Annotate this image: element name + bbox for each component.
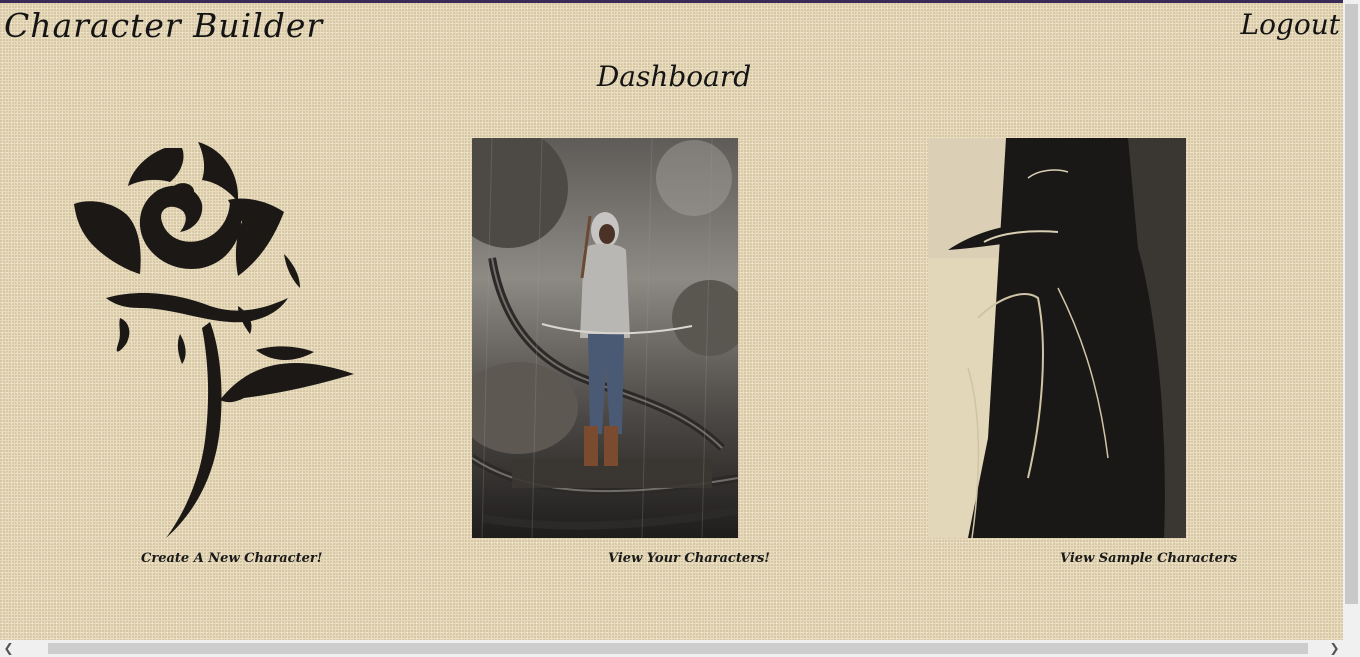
top-border (0, 0, 1360, 3)
create-character-link[interactable]: Create A New Character! (141, 551, 322, 566)
app-title: Character Builder (4, 6, 324, 45)
view-sample-characters-link[interactable]: View Sample Characters (1060, 551, 1237, 566)
vertical-scrollbar[interactable] (1343, 0, 1360, 640)
horizontal-scrollbar-thumb[interactable] (48, 643, 1308, 654)
page-title: Dashboard (596, 60, 752, 93)
scroll-right-icon[interactable]: ❯ (1326, 640, 1343, 657)
vertical-scrollbar-thumb[interactable] (1345, 4, 1358, 604)
horizontal-scrollbar[interactable]: ❮ ❯ (0, 640, 1360, 657)
rose-icon[interactable] (70, 138, 360, 538)
archer-illustration[interactable] (472, 138, 738, 538)
view-characters-link[interactable]: View Your Characters! (608, 551, 770, 566)
detective-illustration[interactable] (928, 138, 1186, 538)
logout-link[interactable]: Logout (1240, 8, 1340, 41)
scroll-left-icon[interactable]: ❮ (0, 640, 17, 657)
